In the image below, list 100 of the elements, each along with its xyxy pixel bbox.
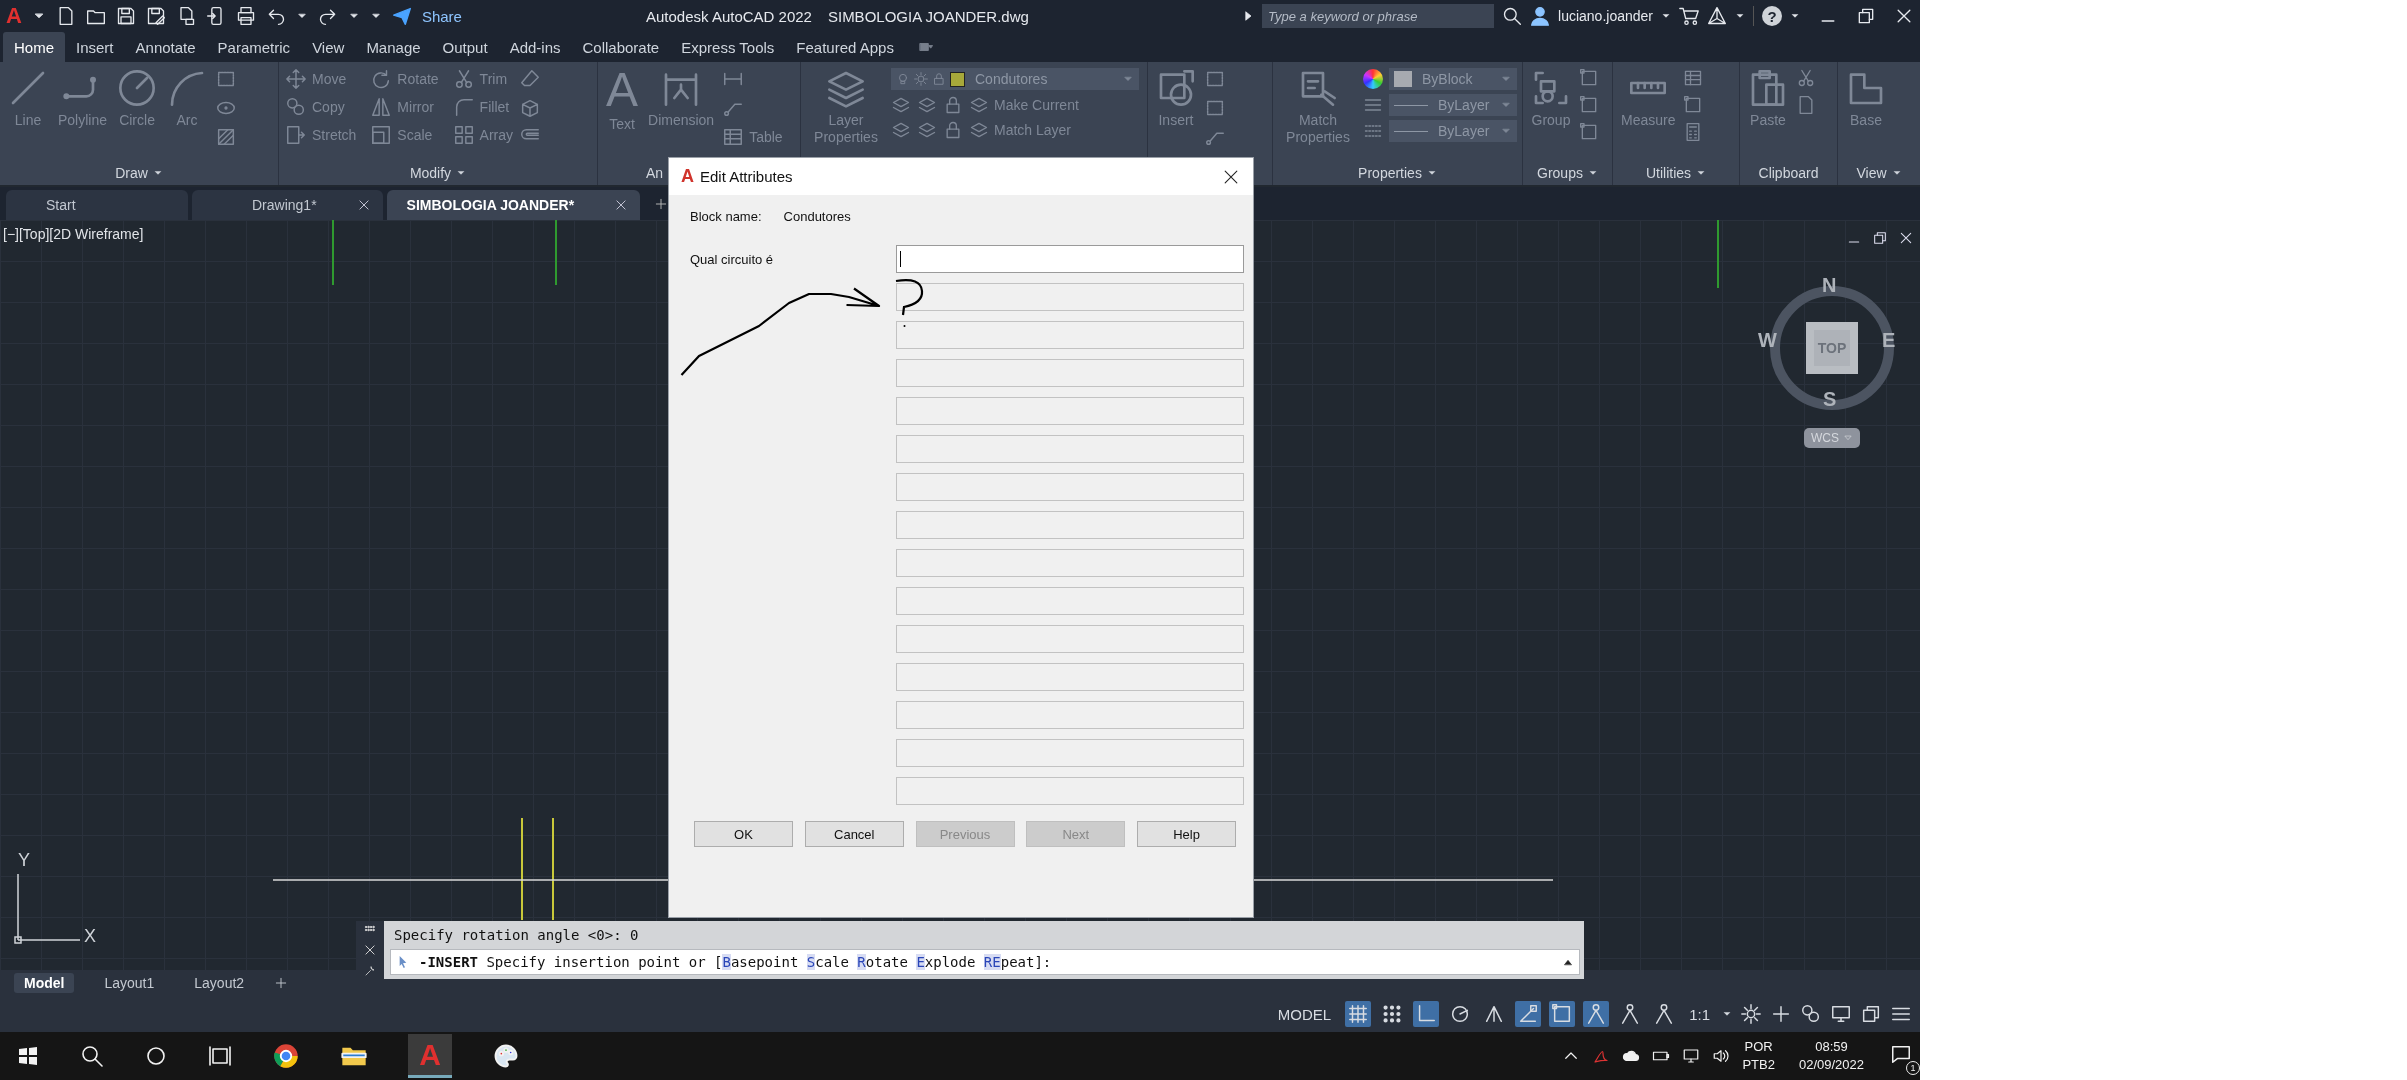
close-icon[interactable]	[363, 943, 377, 957]
triangle-icon[interactable]	[1707, 6, 1727, 26]
attribute-field[interactable]	[896, 625, 1244, 653]
mirror-icon[interactable]	[370, 96, 393, 118]
panel-title[interactable]: View	[1856, 164, 1887, 181]
attribute-field[interactable]	[896, 663, 1244, 691]
annotation-scale-button[interactable]: 1:1	[1685, 1005, 1714, 1023]
keyboard-layout[interactable]: PTB2	[1742, 1056, 1775, 1074]
circle-icon[interactable]	[144, 1044, 168, 1068]
document-tab[interactable]: Drawing1*	[192, 190, 383, 220]
clock-date[interactable]: 02/09/2022	[1798, 1056, 1864, 1074]
attribute-field[interactable]	[896, 397, 1244, 425]
object-snap-icon[interactable]	[1515, 1001, 1542, 1027]
ortho-icon[interactable]	[1413, 1001, 1440, 1027]
panel-title[interactable]: Groups	[1537, 164, 1583, 181]
compass-east[interactable]: E	[1882, 329, 1896, 352]
layout-tab[interactable]: Layout1	[94, 973, 165, 993]
language-indicator[interactable]: POR	[1744, 1038, 1773, 1056]
browser-icon[interactable]	[272, 1042, 300, 1070]
layer-stack-icon[interactable]	[917, 120, 937, 140]
start-icon[interactable]	[16, 1044, 40, 1068]
user-icon[interactable]	[1530, 6, 1551, 26]
layer-stack-icon[interactable]	[969, 95, 989, 115]
command-option-link[interactable]: REpeat	[983, 954, 1035, 970]
restore-icon[interactable]	[1856, 6, 1876, 26]
layout-tab[interactable]: Model	[14, 973, 75, 993]
dialog-button[interactable]: OK	[694, 821, 793, 847]
selection-box-icon[interactable]	[1549, 1001, 1576, 1027]
attribute-field[interactable]	[896, 435, 1244, 463]
document-tab[interactable]: SIMBOLOGIA JOANDER*	[386, 190, 641, 220]
scale-icon[interactable]	[370, 124, 393, 146]
compass-north[interactable]: N	[1822, 274, 1837, 297]
compass-west[interactable]: W	[1758, 329, 1777, 352]
search-icon[interactable]	[80, 1044, 104, 1068]
ribbon-tab[interactable]: Insert	[65, 32, 125, 62]
ribbon-tab[interactable]: Annotate	[124, 32, 207, 62]
history-up-icon[interactable]	[1563, 957, 1573, 967]
add-layout-icon[interactable]	[274, 976, 289, 990]
model-space-button[interactable]: MODEL	[1271, 1002, 1338, 1026]
panel-title[interactable]: Utilities	[1645, 164, 1692, 181]
attribute-field[interactable]	[896, 777, 1244, 805]
ribbon-tab[interactable]: Home	[3, 32, 65, 62]
caret-icon[interactable]	[1722, 1009, 1732, 1019]
command-option-link[interactable]: Rotate	[857, 954, 908, 970]
share-button[interactable]: Share	[421, 7, 462, 25]
grid-icon[interactable]	[1345, 1001, 1372, 1027]
speaker-icon[interactable]	[1712, 1047, 1731, 1065]
layout-tab[interactable]: Layout2	[184, 973, 255, 993]
clock-time[interactable]: 08:59	[1815, 1038, 1848, 1056]
panel-title[interactable]: An	[646, 164, 664, 181]
attribute-field[interactable]	[896, 245, 1244, 273]
cart-icon[interactable]	[1679, 6, 1699, 26]
plus-icon[interactable]	[1770, 1003, 1792, 1025]
dialog-button[interactable]: Help	[1137, 821, 1236, 847]
caret-icon[interactable]	[1661, 11, 1671, 21]
settings-icon[interactable]	[1740, 1003, 1762, 1025]
layer-stack-icon[interactable]	[917, 95, 937, 115]
layer-stack-icon[interactable]	[969, 120, 989, 140]
stretch-icon[interactable]	[285, 124, 307, 146]
dialog-button[interactable]: Cancel	[804, 821, 904, 847]
close-icon[interactable]	[356, 198, 371, 212]
attribute-field[interactable]	[896, 739, 1244, 767]
wrench-icon[interactable]	[364, 965, 376, 977]
ribbon-tab[interactable]: Manage	[355, 32, 432, 62]
attribute-field[interactable]	[896, 359, 1244, 387]
redo-icon[interactable]	[317, 6, 338, 26]
caret-icon[interactable]	[1790, 11, 1800, 21]
ribbon-tab[interactable]: View	[301, 32, 356, 62]
attribute-field[interactable]	[896, 283, 1244, 311]
attribute-field[interactable]	[896, 549, 1244, 577]
close-icon[interactable]	[1898, 230, 1914, 246]
command-option-link[interactable]: Scale	[806, 954, 849, 970]
task-view-icon[interactable]	[208, 1044, 232, 1068]
move-icon[interactable]	[285, 68, 307, 90]
command-option-link[interactable]: Explode	[916, 954, 976, 970]
network-icon[interactable]	[1682, 1047, 1701, 1065]
viewport-controls[interactable]: [−][Top][2D Wireframe]	[3, 226, 144, 242]
restore-icon[interactable]	[1872, 230, 1888, 246]
ribbon-tab[interactable]: Express Tools	[670, 32, 786, 62]
help-button[interactable]: ?	[1762, 6, 1782, 26]
array-icon[interactable]	[452, 124, 475, 146]
paper-plane-icon[interactable]	[391, 6, 412, 26]
user-menu[interactable]: luciano.joander	[1558, 8, 1653, 24]
ribbon-tab[interactable]: Add-ins	[498, 32, 572, 62]
layer-stack-icon[interactable]	[891, 120, 911, 140]
attribute-field[interactable]	[896, 511, 1244, 539]
search-field[interactable]: Type a keyword or phrase	[1262, 4, 1495, 28]
panel-title[interactable]: Modify	[409, 164, 452, 181]
ribbon-tab[interactable]: Collaborate	[571, 32, 671, 62]
notifications-icon[interactable]	[1890, 1043, 1912, 1065]
print-icon[interactable]	[235, 6, 256, 26]
save-as-icon[interactable]	[145, 6, 166, 26]
attribute-field[interactable]	[896, 473, 1244, 501]
caret-icon[interactable]	[1735, 11, 1745, 21]
ribbon-tab[interactable]: Output	[431, 32, 499, 62]
attribute-field[interactable]	[896, 587, 1244, 615]
layer-stack-icon[interactable]	[891, 95, 911, 115]
attribute-field[interactable]	[896, 321, 1244, 349]
panel-title[interactable]: Properties	[1358, 164, 1422, 181]
cut-icon[interactable]	[1796, 68, 1816, 88]
